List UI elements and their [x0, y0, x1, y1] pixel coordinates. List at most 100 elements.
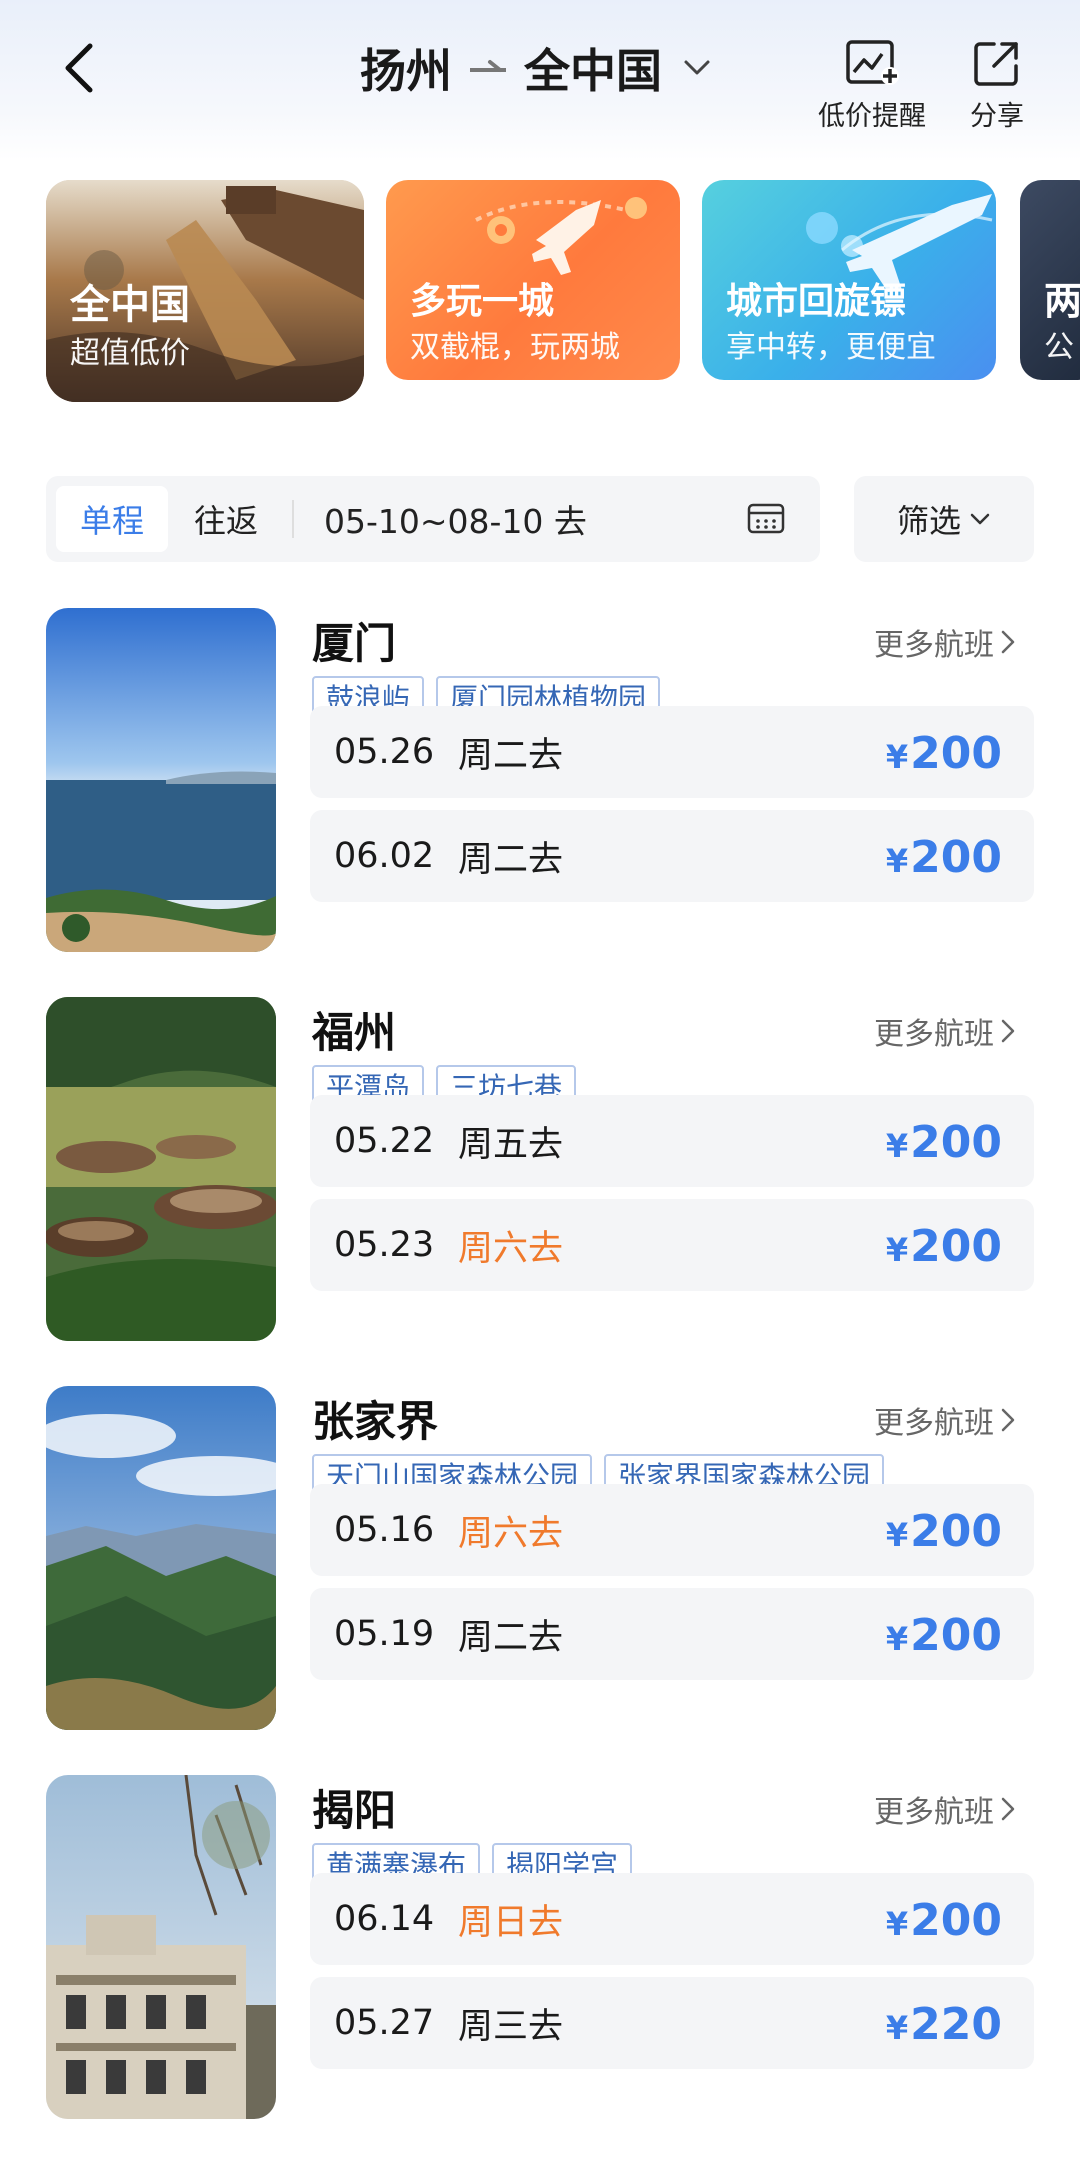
flight-weekday: 周五去: [458, 1124, 564, 1165]
one-way-arrow-icon: [470, 60, 506, 72]
flight-weekday: 周日去: [458, 1902, 564, 1943]
banner-title: 两: [1044, 279, 1080, 323]
banner-title: 城市回旋镖: [726, 281, 907, 322]
price-amount: 200: [910, 1221, 1002, 1272]
more-flights-label: 更多航班: [874, 628, 994, 663]
flight-date: 05.23: [334, 1225, 435, 1265]
banner-partial[interactable]: 两 公: [1020, 180, 1080, 380]
more-flights-link[interactable]: 更多航班: [874, 1787, 1016, 1831]
flight-price: ¥200: [886, 1484, 1002, 1576]
share-icon: [974, 42, 1018, 86]
top-nav-bar: 扬州 全中国 低价提醒 分享: [0, 0, 1080, 150]
flight-option[interactable]: 05.26 周二去 ¥200: [310, 706, 1034, 798]
flight-price: ¥200: [886, 1588, 1002, 1680]
flight-date: 05.19: [334, 1614, 435, 1654]
tab-round-trip[interactable]: 往返: [194, 486, 258, 552]
flight-price: ¥200: [886, 706, 1002, 798]
banner-extra-city[interactable]: 多玩一城 双截棍，玩两城: [386, 180, 680, 380]
calendar-icon[interactable]: [746, 498, 786, 538]
destination-name: 厦门: [312, 619, 397, 668]
share-button[interactable]: 分享: [970, 38, 1024, 133]
chevron-down-icon: [684, 60, 710, 75]
price-amount: 200: [910, 1117, 1002, 1168]
currency-symbol: ¥: [885, 1620, 909, 1658]
flight-option[interactable]: 05.22 周五去 ¥200: [310, 1095, 1034, 1187]
flight-weekday: 周二去: [458, 1617, 564, 1658]
flight-date: 05.22: [334, 1121, 435, 1161]
currency-symbol: ¥: [885, 1516, 909, 1554]
currency-symbol: ¥: [885, 2009, 909, 2047]
chevron-right-icon: [1001, 1797, 1015, 1821]
price-amount: 200: [910, 1895, 1002, 1946]
destination-card[interactable]: 福州 更多航班 平潭岛 三坊七巷 05.22 周五去 ¥200 05.23 周六…: [0, 997, 1080, 1341]
route-title[interactable]: 扬州 全中国: [360, 36, 712, 100]
share-label: 分享: [970, 101, 1024, 132]
flight-date: 05.27: [334, 2003, 435, 2043]
back-button[interactable]: [52, 36, 112, 100]
price-amount: 200: [910, 1610, 1002, 1661]
price-alert-icon: [846, 40, 899, 85]
chevron-right-icon: [1001, 1019, 1015, 1043]
flight-option[interactable]: 05.16 周六去 ¥200: [310, 1484, 1034, 1576]
flight-option[interactable]: 06.02 周二去 ¥200: [310, 810, 1034, 902]
trip-type-date-bar: 单程 往返 05-10~08-10 去: [46, 476, 820, 562]
more-flights-link[interactable]: 更多航班: [874, 1009, 1016, 1053]
flight-price: ¥200: [886, 810, 1002, 902]
flight-price: ¥220: [886, 1977, 1002, 2069]
banner-subtitle: 享中转，更便宜: [726, 330, 936, 365]
price-alert-button[interactable]: 低价提醒: [818, 38, 926, 133]
divider: [292, 500, 294, 538]
banner-all-china[interactable]: 全中国 超值低价: [46, 180, 364, 402]
destination-photo: [46, 1386, 276, 1730]
chevron-right-icon: [1001, 630, 1015, 654]
flight-weekday: 周二去: [458, 735, 564, 776]
destination-city: 全中国: [524, 44, 662, 98]
flight-weekday: 周六去: [458, 1513, 564, 1554]
chevron-down-icon: [970, 513, 990, 525]
banner-subtitle: 双截棍，玩两城: [410, 330, 620, 365]
banner-subtitle: 公: [1044, 330, 1074, 365]
currency-symbol: ¥: [885, 842, 909, 880]
price-amount: 200: [910, 728, 1002, 779]
banner-title: 多玩一城: [410, 281, 555, 322]
filter-button[interactable]: 筛选: [854, 476, 1034, 562]
filter-label: 筛选: [896, 502, 961, 540]
more-flights-label: 更多航班: [874, 1017, 994, 1052]
destination-card[interactable]: 张家界 更多航班 天门山国家森林公园 张家界国家森林公园 05.16 周六去 ¥…: [0, 1386, 1080, 1730]
chevron-left-icon: [65, 43, 93, 93]
date-range-field[interactable]: 05-10~08-10 去: [324, 486, 587, 552]
destination-name: 揭阳: [312, 1786, 397, 1835]
price-amount: 220: [910, 1999, 1002, 2050]
flight-price: ¥200: [886, 1199, 1002, 1291]
currency-symbol: ¥: [885, 738, 909, 776]
flight-weekday: 周三去: [458, 2006, 564, 2047]
more-flights-label: 更多航班: [874, 1406, 994, 1441]
flight-option[interactable]: 06.14 周日去 ¥200: [310, 1873, 1034, 1965]
destination-photo: [46, 1775, 276, 2119]
destination-card[interactable]: 揭阳 更多航班 黄满寨瀑布 揭阳学宫 06.14 周日去 ¥200 05.27 …: [0, 1775, 1080, 2119]
tab-one-way[interactable]: 单程: [56, 486, 168, 552]
flight-weekday: 周二去: [458, 839, 564, 880]
flight-weekday: 周六去: [458, 1228, 564, 1269]
more-flights-link[interactable]: 更多航班: [874, 1398, 1016, 1442]
origin-city: 扬州: [360, 44, 452, 98]
flight-date: 05.26: [334, 732, 435, 772]
chevron-right-icon: [1001, 1408, 1015, 1432]
price-amount: 200: [910, 1506, 1002, 1557]
currency-symbol: ¥: [885, 1231, 909, 1269]
banner-subtitle: 超值低价: [70, 336, 190, 371]
banner-title: 全中国: [70, 282, 190, 328]
banner-city-boomerang[interactable]: 城市回旋镖 享中转，更便宜: [702, 180, 996, 380]
destination-name: 张家界: [312, 1397, 439, 1446]
flight-option[interactable]: 05.19 周二去 ¥200: [310, 1588, 1034, 1680]
destination-card[interactable]: 厦门 更多航班 鼓浪屿 厦门园林植物园 05.26 周二去 ¥200 06.02…: [0, 608, 1080, 952]
destination-photo: [46, 997, 276, 1341]
flight-option[interactable]: 05.23 周六去 ¥200: [310, 1199, 1034, 1291]
flight-date: 05.16: [334, 1510, 435, 1550]
flight-option[interactable]: 05.27 周三去 ¥220: [310, 1977, 1034, 2069]
price-alert-label: 低价提醒: [818, 101, 926, 132]
currency-symbol: ¥: [885, 1127, 909, 1165]
more-flights-link[interactable]: 更多航班: [874, 620, 1016, 664]
price-amount: 200: [910, 832, 1002, 883]
destination-name: 福州: [312, 1008, 397, 1057]
